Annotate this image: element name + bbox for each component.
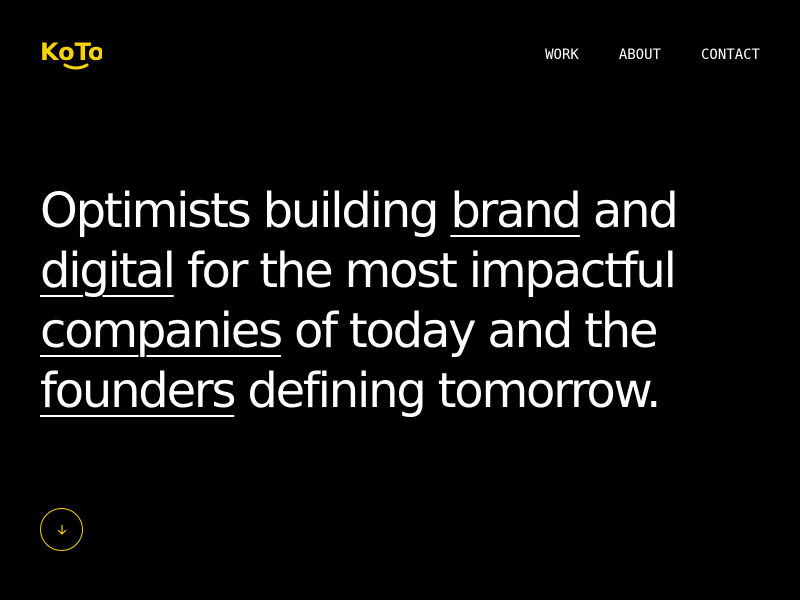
hero-text: Optimists building — [40, 183, 451, 239]
scroll-down-button[interactable] — [40, 508, 83, 551]
page: KoTo WORK ABOUT CONTACT Optimists buildi… — [0, 0, 800, 600]
hero-line: companies of today and the — [40, 301, 770, 361]
hero-link-brand[interactable]: brand — [450, 183, 582, 239]
hero-link-digital[interactable]: digital — [40, 243, 176, 299]
koto-logo[interactable]: KoTo — [40, 36, 102, 72]
arrow-down-icon — [57, 524, 66, 535]
logo-wordmark: KoTo — [40, 38, 102, 66]
hero-line: founders defining tomorrow. — [40, 361, 770, 421]
hero-text: for the most impactful — [173, 243, 677, 299]
hero-line: Optimists building brand and — [40, 181, 770, 241]
hero-link-founders[interactable]: founders — [40, 363, 236, 419]
hero-text: defining tomorrow. — [234, 363, 661, 419]
main-nav: WORK ABOUT CONTACT — [545, 46, 760, 64]
nav-link-contact[interactable]: CONTACT — [701, 46, 760, 64]
hero-text: of today and the — [280, 303, 659, 359]
nav-link-work[interactable]: WORK — [545, 46, 579, 64]
hero-text: and — [579, 183, 679, 239]
nav-link-about[interactable]: ABOUT — [619, 46, 661, 64]
hero-headline: Optimists building brand and digital for… — [40, 181, 770, 421]
hero-link-companies[interactable]: companies — [40, 303, 283, 359]
hero-line: digital for the most impactful — [40, 241, 770, 301]
